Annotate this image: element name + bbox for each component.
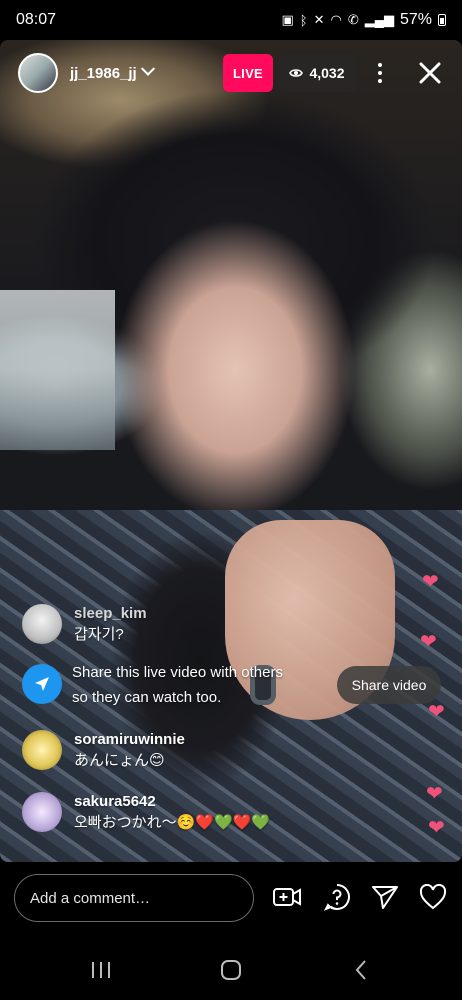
eye-icon — [289, 69, 304, 77]
back-button[interactable] — [346, 956, 376, 984]
home-button[interactable] — [216, 956, 246, 984]
heart-icon — [419, 884, 447, 910]
comment-username[interactable]: soramiruwinnie — [74, 730, 185, 750]
bluetooth-icon: ᛒ — [299, 12, 308, 28]
heart-reaction-icon: ❤ — [428, 817, 445, 839]
chevron-down-icon[interactable] — [140, 61, 155, 76]
comment-item: sakura5642 오빠おつかれ〜☺️❤️💚❤️💚 — [22, 792, 270, 834]
share-notice: Share this live video with others so the… — [22, 660, 322, 710]
lock-icon: ▣ — [281, 12, 294, 27]
car-window — [0, 290, 115, 450]
comment-username[interactable]: sakura5642 — [74, 792, 270, 812]
add-guest-button[interactable] — [270, 880, 304, 914]
host-avatar[interactable] — [18, 53, 58, 93]
viewer-count[interactable]: 4,032 — [278, 54, 356, 92]
heart-reaction-icon: ❤ — [428, 701, 445, 723]
share-notice-line2: so they can watch too. — [72, 689, 222, 706]
like-button[interactable] — [416, 880, 450, 914]
comment-text: あんにょん😊 — [74, 752, 165, 769]
recent-apps-icon — [92, 962, 110, 978]
comment-text: 갑자기? — [74, 626, 124, 643]
viewer-count-text: 4,032 — [309, 65, 345, 81]
comment-input[interactable]: Add a comment… — [14, 874, 254, 922]
more-options-button[interactable] — [368, 56, 392, 90]
wifi-icon: ◠ — [330, 12, 342, 27]
back-icon — [355, 960, 366, 980]
question-icon — [323, 884, 350, 911]
share-button[interactable] — [368, 880, 402, 914]
home-icon — [221, 960, 241, 980]
battery-percent: 57% — [399, 11, 432, 28]
close-icon — [419, 62, 441, 84]
call-icon: ✆ — [347, 12, 359, 27]
heart-reaction-icon: ❤ — [420, 631, 437, 653]
heart-reaction-icon: ❤ — [426, 783, 443, 805]
comment-item: sleep_kim 갑자기? — [22, 604, 147, 646]
comment-text: 오빠おつかれ〜☺️❤️💚❤️💚 — [74, 814, 270, 831]
comment-item: soramiruwinnie あんにょん😊 — [22, 730, 185, 772]
question-button[interactable] — [320, 880, 354, 914]
comment-username[interactable]: sleep_kim — [74, 604, 147, 624]
status-icons: ▣ ᛒ ✕ ◠ ✆ ▂▄▆ 57% — [281, 11, 446, 29]
video-add-icon — [273, 888, 301, 906]
share-notice-line1: Share this live video with others — [72, 664, 283, 681]
bottom-toolbar: Add a comment… — [0, 862, 462, 938]
comment-avatar[interactable] — [22, 604, 62, 644]
status-bar: 08:07 ▣ ᛒ ✕ ◠ ✆ ▂▄▆ 57% — [0, 0, 462, 40]
live-badge: LIVE — [223, 54, 273, 92]
heart-reaction-icon: ❤ — [422, 571, 439, 593]
battery-icon — [438, 14, 446, 26]
comment-avatar[interactable] — [22, 730, 62, 770]
live-header: jj_1986_jj LIVE 4,032 — [18, 52, 448, 94]
signal-icon: ▂▄▆ — [364, 12, 394, 27]
host-name[interactable]: jj_1986_jj — [70, 65, 137, 82]
status-time: 08:07 — [16, 11, 57, 28]
mute-icon: ✕ — [313, 12, 325, 27]
share-icon — [22, 664, 62, 704]
close-button[interactable] — [413, 54, 447, 92]
comment-avatar[interactable] — [22, 792, 62, 832]
system-nav-bar — [0, 938, 462, 1000]
share-video-button[interactable]: Share video — [337, 666, 441, 704]
recent-apps-button[interactable] — [86, 956, 116, 984]
send-icon — [372, 886, 398, 909]
